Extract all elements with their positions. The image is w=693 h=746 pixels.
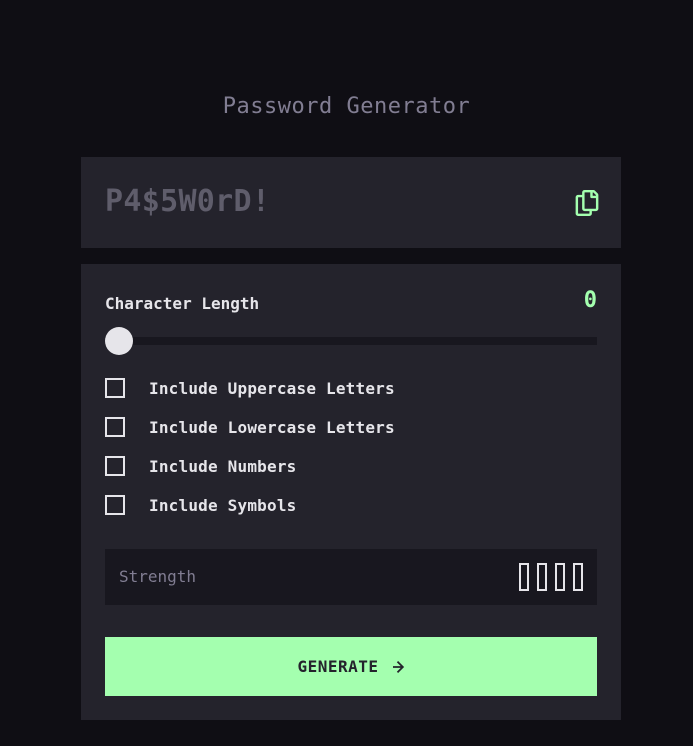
character-length-label: Character Length xyxy=(105,294,260,313)
password-output-card: P4$5W0rD! xyxy=(81,157,621,248)
option-label: Include Numbers xyxy=(149,456,297,476)
copy-icon xyxy=(575,190,599,216)
strength-bars xyxy=(519,563,583,591)
length-slider-thumb[interactable] xyxy=(105,327,133,355)
generate-label: GENERATE xyxy=(297,657,379,676)
option-label: Include Symbols xyxy=(149,495,297,515)
copy-button[interactable] xyxy=(575,190,599,216)
strength-bar xyxy=(573,563,583,591)
app-title: Password Generator xyxy=(222,94,471,119)
length-slider[interactable] xyxy=(105,327,597,355)
arrow-right-icon xyxy=(392,660,404,673)
password-output: P4$5W0rD! xyxy=(105,184,271,219)
symbols-checkbox[interactable] xyxy=(105,495,125,515)
option-lowercase[interactable]: Include Lowercase Letters xyxy=(105,417,395,437)
character-length-value: 0 xyxy=(583,288,597,313)
strength-bar xyxy=(537,563,547,591)
settings-card: Character Length 0 Include Uppercase Let… xyxy=(81,264,621,720)
numbers-checkbox[interactable] xyxy=(105,456,125,476)
option-numbers[interactable]: Include Numbers xyxy=(105,456,297,476)
option-label: Include Lowercase Letters xyxy=(149,417,395,437)
generate-button[interactable]: GENERATE xyxy=(105,637,597,696)
strength-meter: Strength xyxy=(105,549,597,605)
option-uppercase[interactable]: Include Uppercase Letters xyxy=(105,378,395,398)
strength-bar xyxy=(519,563,529,591)
strength-bar xyxy=(555,563,565,591)
strength-label: Strength xyxy=(119,567,197,586)
option-symbols[interactable]: Include Symbols xyxy=(105,495,297,515)
lowercase-checkbox[interactable] xyxy=(105,417,125,437)
uppercase-checkbox[interactable] xyxy=(105,378,125,398)
option-label: Include Uppercase Letters xyxy=(149,378,395,398)
